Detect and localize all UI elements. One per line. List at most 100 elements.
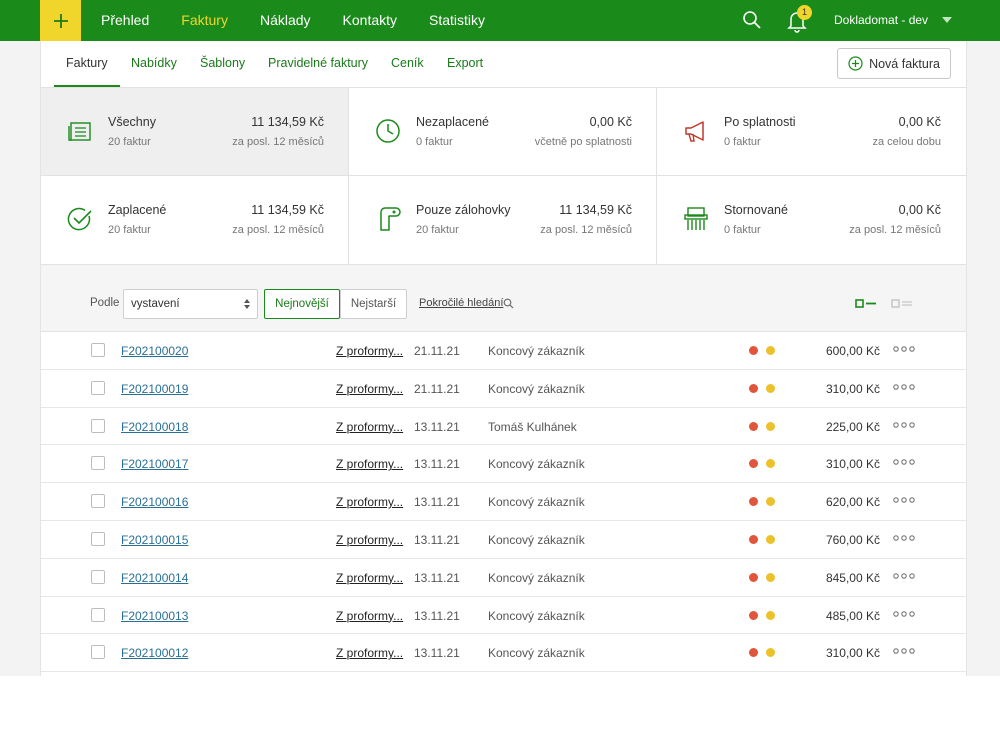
table-row: F202100014 Z proformy... 13.11.21 Koncov…	[41, 558, 966, 597]
row-checkbox[interactable]	[91, 494, 105, 509]
row-checkbox[interactable]	[91, 607, 105, 622]
clock-icon	[376, 119, 400, 143]
more-options-icon[interactable]	[893, 607, 915, 621]
nav-item-naklady[interactable]: Náklady	[244, 0, 327, 41]
top-navigation: Přehled Faktury Náklady Kontakty Statist…	[0, 0, 1000, 41]
row-checkbox[interactable]	[91, 531, 105, 546]
invoice-number-link[interactable]: F202100015	[121, 533, 188, 547]
status-dot-red	[749, 572, 758, 582]
invoice-number-link[interactable]: F202100016	[121, 495, 188, 509]
status-dot-red	[749, 610, 758, 620]
tile-name: Zaplacené	[108, 203, 167, 217]
check-circle-icon	[67, 207, 92, 231]
invoice-source-link[interactable]: Z proformy...	[336, 420, 403, 434]
status-dot-yellow	[766, 497, 775, 507]
invoice-number-link[interactable]: F202100012	[121, 646, 188, 660]
receipt-roll-icon	[380, 207, 401, 231]
row-checkbox[interactable]	[91, 645, 105, 660]
invoice-source-link[interactable]: Z proformy...	[336, 609, 403, 623]
view-list-icon[interactable]	[855, 299, 877, 309]
summary-tile-nezaplacene[interactable]: Nezaplacené 0 faktur 0,00 Kč včetně po s…	[349, 88, 657, 175]
account-menu[interactable]: Dokladomat - dev	[834, 0, 928, 41]
more-options-icon[interactable]	[893, 644, 915, 658]
row-checkbox[interactable]	[91, 569, 105, 584]
summary-tile-po-splatnosti[interactable]: Po splatnosti 0 faktur 0,00 Kč za celou …	[657, 88, 966, 175]
app-window: Přehled Faktury Náklady Kontakty Statist…	[0, 0, 1000, 676]
invoice-source-link[interactable]: Z proformy...	[336, 382, 403, 396]
megaphone-icon	[685, 121, 704, 142]
tile-period: za posl. 12 měsíců	[232, 224, 324, 236]
invoice-date: 13.11.21	[414, 608, 460, 623]
more-options-icon[interactable]	[893, 531, 915, 545]
search-icon[interactable]	[503, 298, 514, 309]
invoice-amount: 310,00 Kč	[825, 646, 880, 661]
tab-cenik[interactable]: Ceník	[391, 41, 424, 85]
more-options-icon[interactable]	[893, 455, 915, 469]
invoice-number-link[interactable]: F202100019	[121, 382, 188, 396]
more-options-icon[interactable]	[893, 380, 915, 394]
nav-item-faktury[interactable]: Faktury	[165, 0, 244, 41]
table-row: F202100016 Z proformy... 13.11.21 Koncov…	[41, 483, 966, 521]
tile-amount: 11 134,59 Kč	[559, 203, 632, 217]
summary-tile-zaplacene[interactable]: Zaplacené 20 faktur 11 134,59 Kč za posl…	[41, 176, 349, 263]
row-checkbox[interactable]	[91, 343, 105, 357]
quick-add-button[interactable]	[40, 0, 81, 41]
new-invoice-button[interactable]: Nová faktura	[837, 48, 951, 79]
summary-tile-vsechny[interactable]: Všechny 20 faktur 11 134,59 Kč za posl. …	[41, 88, 349, 175]
tile-amount: 11 134,59 Kč	[251, 115, 324, 129]
tab-faktury[interactable]: Faktury	[54, 41, 120, 87]
tab-nabidky[interactable]: Nabídky	[131, 41, 177, 85]
invoices-card: Faktury Nabídky Šablony Pravidelné faktu…	[40, 41, 967, 676]
more-options-icon[interactable]	[893, 342, 915, 356]
summary-tile-pouze-zalohovky[interactable]: Pouze zálohovky 20 faktur 11 134,59 Kč z…	[349, 176, 657, 263]
row-checkbox[interactable]	[91, 418, 105, 433]
invoice-number-link[interactable]: F202100014	[121, 571, 188, 585]
invoice-source-link[interactable]: Z proformy...	[336, 457, 403, 471]
invoice-customer: Koncový zákazník	[488, 457, 585, 472]
more-options-icon[interactable]	[893, 493, 915, 507]
invoice-source-link[interactable]: Z proformy...	[336, 571, 403, 585]
nav-item-prehled[interactable]: Přehled	[85, 0, 165, 41]
tab-sablony[interactable]: Šablony	[200, 41, 245, 85]
tile-period: za posl. 12 měsíců	[540, 224, 632, 236]
main-nav: Přehled Faktury Náklady Kontakty Statist…	[85, 0, 501, 41]
advanced-search-link[interactable]: Pokročilé hledání	[419, 297, 503, 309]
new-invoice-label: Nová faktura	[869, 56, 940, 71]
invoice-customer: Koncový zákazník	[488, 495, 585, 510]
sub-tabs: Faktury Nabídky Šablony Pravidelné faktu…	[41, 41, 966, 88]
invoice-date: 21.11.21	[414, 344, 460, 358]
sort-oldest-button[interactable]: Nejstarší	[340, 289, 407, 319]
invoice-source-link[interactable]: Z proformy...	[336, 495, 403, 509]
tab-pravidelne-faktury[interactable]: Pravidelné faktury	[268, 41, 368, 85]
tile-count: 20 faktur	[416, 224, 459, 236]
nav-item-kontakty[interactable]: Kontakty	[327, 0, 413, 41]
sort-select[interactable]: vystavení	[123, 289, 258, 319]
caret-down-icon[interactable]	[942, 17, 952, 23]
view-compact-icon[interactable]	[891, 299, 913, 309]
invoice-source-link[interactable]: Z proformy...	[336, 646, 403, 660]
status-dot-red	[749, 383, 758, 393]
invoice-amount: 310,00 Kč	[825, 457, 880, 472]
more-options-icon[interactable]	[893, 418, 915, 432]
status-dot-red	[749, 497, 758, 507]
status-dot-red	[749, 459, 758, 469]
tile-count: 20 faktur	[108, 224, 151, 236]
more-options-icon[interactable]	[893, 569, 915, 583]
invoice-number-link[interactable]: F202100020	[121, 344, 188, 358]
tile-amount: 11 134,59 Kč	[251, 203, 324, 217]
invoice-number-link[interactable]: F202100017	[121, 457, 188, 471]
invoice-source-link[interactable]: Z proformy...	[336, 344, 403, 358]
tab-export[interactable]: Export	[447, 41, 483, 85]
plus-circle-icon	[848, 56, 863, 71]
nav-item-statistiky[interactable]: Statistiky	[413, 0, 501, 41]
sort-newest-button[interactable]: Nejnovější	[264, 289, 340, 319]
row-checkbox[interactable]	[91, 456, 105, 471]
invoice-source-link[interactable]: Z proformy...	[336, 533, 403, 547]
invoice-amount: 620,00 Kč	[825, 495, 880, 510]
invoice-number-link[interactable]: F202100018	[121, 420, 188, 434]
search-icon[interactable]	[741, 9, 763, 31]
invoice-number-link[interactable]: F202100013	[121, 609, 188, 623]
table-row: F202100012 Z proformy... 13.11.21 Koncov…	[41, 634, 966, 673]
summary-tile-stornovane[interactable]: Stornované 0 faktur 0,00 Kč za posl. 12 …	[657, 176, 966, 263]
row-checkbox[interactable]	[91, 380, 105, 395]
